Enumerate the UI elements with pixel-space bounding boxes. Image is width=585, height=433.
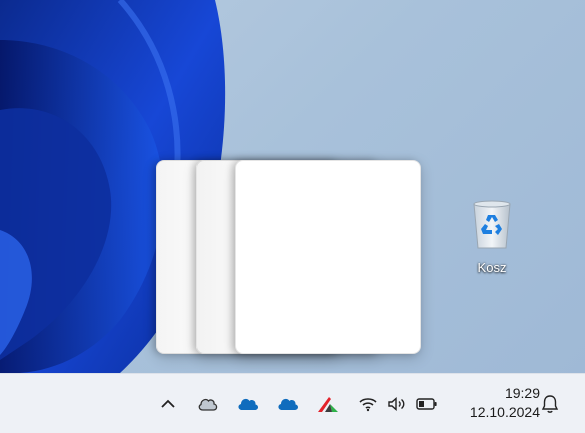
show-hidden-icons-chevron-icon[interactable] (156, 392, 180, 416)
app-red-green-icon[interactable] (316, 392, 340, 416)
window-thumbnail[interactable] (235, 160, 421, 354)
clock-time: 19:29 (504, 385, 540, 401)
system-clock[interactable]: 19:29 12.10.2024 (450, 384, 540, 422)
clock-date: 12.10.2024 (469, 404, 540, 420)
taskbar: 19:29 12.10.2024 (0, 373, 585, 433)
battery-icon[interactable] (415, 392, 439, 416)
wifi-icon[interactable] (356, 392, 380, 416)
recycle-bin-icon (473, 200, 511, 249)
desktop-icon-label: Kosz (477, 260, 507, 275)
desktop[interactable]: Kosz (0, 0, 585, 373)
cloud-outline-icon[interactable] (196, 392, 220, 416)
onedrive-icon[interactable] (236, 392, 260, 416)
desktop-icon-recycle-bin[interactable]: Kosz (462, 198, 522, 275)
bell-icon[interactable] (538, 392, 562, 416)
onedrive-icon[interactable] (276, 392, 300, 416)
speaker-icon[interactable] (385, 392, 409, 416)
